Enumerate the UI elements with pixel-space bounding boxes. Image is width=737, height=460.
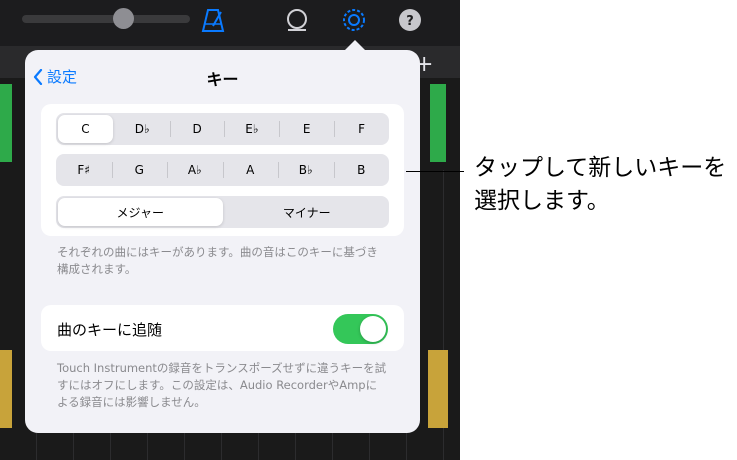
follow-song-key-row: 曲のキーに追随 — [41, 305, 404, 351]
key-option[interactable]: E — [279, 113, 334, 145]
key-option[interactable]: A♭ — [167, 154, 223, 186]
follow-song-key-label: 曲のキーに追随 — [57, 321, 163, 339]
metronome-icon[interactable] — [200, 6, 226, 34]
key-row-1: C D♭ D E♭ E F — [56, 113, 389, 145]
key-description: それぞれの曲にはキーがあります。曲の音はこのキーに基づき構成されます。 — [57, 245, 378, 276]
help-icon[interactable]: ? — [398, 6, 424, 34]
scale-option-minor[interactable]: マイナー — [225, 196, 390, 228]
top-toolbar: ? — [0, 0, 460, 46]
key-option[interactable]: C — [58, 115, 113, 143]
green-track-region — [0, 84, 12, 162]
svg-text:?: ? — [406, 14, 414, 29]
callout-line — [406, 171, 464, 172]
key-option[interactable]: B — [333, 154, 390, 186]
green-track-region — [430, 84, 446, 162]
volume-slider[interactable] — [22, 8, 190, 29]
loop-icon[interactable] — [284, 6, 310, 34]
key-option[interactable]: F♯ — [56, 154, 112, 186]
garageband-app: ? + 設定 キー C D♭ D E♭ E F F♯ G A♭ A B♭ B メ… — [0, 0, 460, 460]
key-option[interactable]: A — [222, 154, 279, 186]
key-selection-card: C D♭ D E♭ E F F♯ G A♭ A B♭ B メジャー マイナー — [41, 104, 404, 236]
settings-icon[interactable] — [340, 6, 368, 34]
key-row-2: F♯ G A♭ A B♭ B — [56, 154, 389, 186]
popover-nav-bar: 設定 キー — [25, 50, 420, 100]
callout-text: タップして新しいキーを選択します。 — [474, 155, 727, 214]
volume-slider-knob[interactable] — [113, 8, 134, 29]
key-settings-popover: 設定 キー C D♭ D E♭ E F F♯ G A♭ A B♭ B メジャー … — [25, 50, 420, 433]
yellow-track-region — [0, 350, 12, 428]
key-option[interactable]: D — [169, 113, 225, 145]
key-option[interactable]: B♭ — [278, 154, 334, 186]
popover-title: キー — [206, 70, 239, 89]
key-option[interactable]: F — [334, 113, 389, 145]
key-option[interactable]: E♭ — [224, 113, 279, 145]
key-option[interactable]: G — [111, 154, 168, 186]
toggle-knob — [360, 316, 386, 342]
follow-description: Touch Instrumentの録音をトランスポーズせずに違うキーを試すにはオ… — [57, 361, 387, 409]
key-option[interactable]: D♭ — [115, 113, 170, 145]
scale-option-major[interactable]: メジャー — [58, 198, 223, 226]
follow-song-key-toggle[interactable] — [333, 314, 388, 344]
popover-arrow — [345, 40, 365, 50]
yellow-track-region — [428, 350, 448, 428]
scale-selector: メジャー マイナー — [56, 196, 389, 228]
